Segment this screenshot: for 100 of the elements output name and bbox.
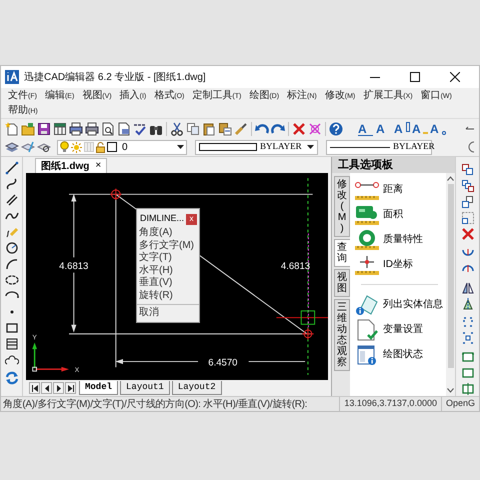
palette-item[interactable]: 距离 xyxy=(353,177,446,202)
circle-icon[interactable] xyxy=(4,241,18,255)
color-dropdown[interactable]: BYLAYER xyxy=(195,140,318,154)
color-swatch-icon xyxy=(199,143,257,151)
text-style-button[interactable]: A xyxy=(429,121,446,136)
scroll-up-icon[interactable] xyxy=(447,176,454,181)
menu-item[interactable]: 旋转(R) xyxy=(137,290,199,302)
rectangle-icon[interactable] xyxy=(4,321,18,335)
printer-icon[interactable] xyxy=(85,122,99,136)
app-logo-icon xyxy=(5,70,19,84)
polyline-icon[interactable] xyxy=(4,177,18,191)
delete-icon[interactable] xyxy=(460,227,474,241)
palette-item[interactable]: 列出实体信息 xyxy=(353,292,446,317)
grip-points-icon[interactable] xyxy=(460,331,474,346)
clipboard-icon[interactable] xyxy=(218,122,232,136)
menu-item[interactable]: 垂直(V) xyxy=(137,277,199,290)
delete-icon[interactable] xyxy=(292,122,306,136)
swirl-arrows-icon[interactable] xyxy=(4,371,18,385)
palette-tab[interactable]: 视图 xyxy=(334,269,350,297)
crosshair-ruler-icon xyxy=(353,254,381,276)
command-prompt: 角度(A)/多行文字(M)/文字(T)/尺寸线的方向(O): 水平(H)/垂直(V)/旋转(R): xyxy=(2,398,308,411)
tab-close-button[interactable]: × xyxy=(95,161,102,171)
area-ruler-icon xyxy=(353,204,381,226)
menu-item[interactable]: 多行文字(M) xyxy=(137,240,199,252)
menu-item[interactable]: 文字(T) xyxy=(137,252,199,264)
text-style-button[interactable]: A xyxy=(411,121,428,136)
menu-item[interactable]: 水平(H) xyxy=(137,264,199,277)
page-magnifier-icon[interactable] xyxy=(101,122,115,136)
scale-icon[interactable] xyxy=(460,211,474,225)
ring-ruler-icon xyxy=(353,228,381,250)
color-swatch-icon xyxy=(107,142,117,152)
mirror-icon[interactable] xyxy=(460,280,474,294)
dropdown-caret-icon[interactable] xyxy=(177,144,184,150)
render-mode-text: OpenG xyxy=(440,397,479,411)
palette-item[interactable]: 面积 xyxy=(353,202,446,227)
layer-dropdown[interactable]: 0 xyxy=(57,140,187,154)
close-button[interactable]: x xyxy=(186,214,197,224)
text-style-button[interactable]: A xyxy=(393,121,410,136)
double-line-icon[interactable] xyxy=(4,193,18,207)
scrollbar-thumb[interactable] xyxy=(448,184,454,368)
maximize-icon[interactable] xyxy=(410,72,420,82)
palette-tab[interactable]: 修改(M) xyxy=(334,176,350,237)
dimension-text: 4.6813 xyxy=(59,260,88,272)
layers-icon[interactable] xyxy=(5,140,19,154)
arc-icon[interactable] xyxy=(4,257,18,271)
printer-icon[interactable] xyxy=(69,122,83,136)
dropdown-caret-icon[interactable] xyxy=(307,144,314,150)
layer-pen-icon[interactable] xyxy=(21,140,35,154)
line-sample-icon xyxy=(330,146,390,148)
layout-tab[interactable]: Layout2 xyxy=(172,381,222,395)
axis-drawing xyxy=(32,342,69,372)
text-style-button[interactable]: A xyxy=(375,121,392,136)
help-icon[interactable] xyxy=(329,122,343,136)
grip-marker xyxy=(110,188,122,201)
menu-title: DIMLINE... xyxy=(140,212,184,226)
lock-icon xyxy=(96,142,105,152)
palette-item[interactable]: ID坐标 xyxy=(353,252,446,277)
dimension-text: 4.6813 xyxy=(280,260,310,272)
line-icon[interactable] xyxy=(4,161,18,175)
spellcheck-icon[interactable] xyxy=(133,122,147,136)
burst-icon[interactable] xyxy=(308,122,322,136)
copy-icon[interactable] xyxy=(186,122,200,136)
ellipse-icon[interactable] xyxy=(4,273,18,287)
palette-item[interactable]: 绘图状态 xyxy=(353,342,446,367)
snap-marker xyxy=(300,310,316,325)
grip-points-icon[interactable] xyxy=(460,315,474,330)
grip-marker xyxy=(302,328,314,340)
palette-tab[interactable]: 查询 xyxy=(334,239,350,267)
coordinates-text: 13.1096,3.7137,0.0000 xyxy=(339,397,441,411)
copy-icon[interactable] xyxy=(460,163,474,177)
palette-item[interactable]: 变量设置 xyxy=(353,317,446,342)
scroll-down-icon[interactable] xyxy=(447,388,454,393)
palette-title: 工具选项板 xyxy=(332,157,455,173)
menu-item[interactable]: 取消 xyxy=(137,307,199,320)
mirror-icon[interactable] xyxy=(460,296,474,310)
palette-item[interactable]: 质量特性 xyxy=(353,227,446,252)
grid-icon xyxy=(84,142,94,152)
undo-icon[interactable] xyxy=(255,122,269,136)
new-file-icon[interactable] xyxy=(5,122,19,136)
window-title: 迅捷CAD编辑器 6.2 专业版 - [图纸1.dwg] xyxy=(24,70,206,84)
hatch-icon[interactable] xyxy=(4,337,18,351)
cloud-icon[interactable] xyxy=(4,353,18,367)
scissors-icon[interactable] xyxy=(170,122,184,136)
clipboard-icon[interactable] xyxy=(202,122,216,136)
layout-tab[interactable]: Model xyxy=(79,381,118,395)
lightbulb-icon xyxy=(60,141,69,153)
sun-icon xyxy=(71,142,82,152)
menu-item[interactable]: 角度(A) xyxy=(137,227,199,240)
pencil-icon[interactable] xyxy=(4,225,18,239)
window-grid-icon[interactable] xyxy=(53,122,67,136)
stacked-squares-icon[interactable] xyxy=(460,179,474,193)
dimension-text: 6.4570 xyxy=(208,357,238,368)
layout-tab[interactable]: Layout1 xyxy=(120,381,170,395)
palette-tab[interactable]: 三维动态观察 xyxy=(334,299,350,371)
brush-icon[interactable] xyxy=(234,122,248,136)
close-icon[interactable] xyxy=(450,72,460,82)
linetype-dropdown[interactable]: BYLAYER xyxy=(326,140,432,154)
redo-icon[interactable] xyxy=(271,122,285,136)
text-style-button[interactable]: A xyxy=(357,121,374,136)
document-tab[interactable]: 图纸1.dwg × xyxy=(35,158,108,173)
